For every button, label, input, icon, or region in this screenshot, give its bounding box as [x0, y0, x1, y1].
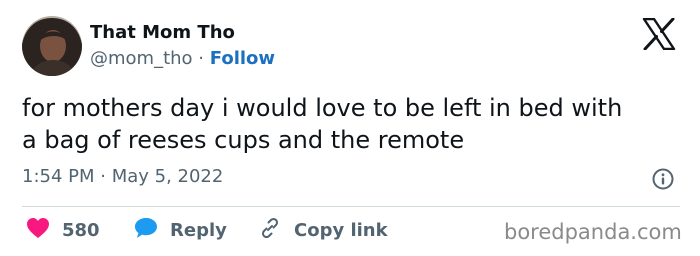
info-icon[interactable]	[652, 168, 674, 190]
tweet-text-line: a bag of reeses cups and the remote	[22, 126, 465, 154]
avatar[interactable]	[22, 16, 82, 76]
divider	[22, 206, 680, 207]
speech-bubble-icon	[134, 217, 158, 243]
link-icon	[258, 216, 282, 244]
heart-icon	[26, 217, 50, 243]
tweet-text: for mothers day i would love to be left …	[22, 92, 682, 156]
display-name[interactable]: That Mom Tho	[90, 22, 235, 43]
x-logo-icon[interactable]	[642, 17, 676, 51]
like-button[interactable]: 580	[26, 218, 100, 242]
copy-link-label: Copy link	[294, 219, 388, 241]
separator-dot: ·	[198, 48, 205, 69]
reply-button[interactable]: Reply	[134, 218, 227, 242]
tweet-text-line: for mothers day i would love to be left …	[22, 94, 623, 122]
user-handle[interactable]: @mom_tho	[90, 48, 193, 69]
watermark: boredpanda.com	[504, 220, 682, 244]
handle-row: @mom_tho · Follow	[90, 48, 275, 69]
reply-label: Reply	[170, 219, 227, 241]
tweet-timestamp[interactable]: 1:54 PM · May 5, 2022	[22, 166, 223, 187]
copy-link-button[interactable]: Copy link	[258, 216, 388, 244]
follow-button[interactable]: Follow	[210, 48, 275, 69]
like-count: 580	[62, 219, 100, 241]
